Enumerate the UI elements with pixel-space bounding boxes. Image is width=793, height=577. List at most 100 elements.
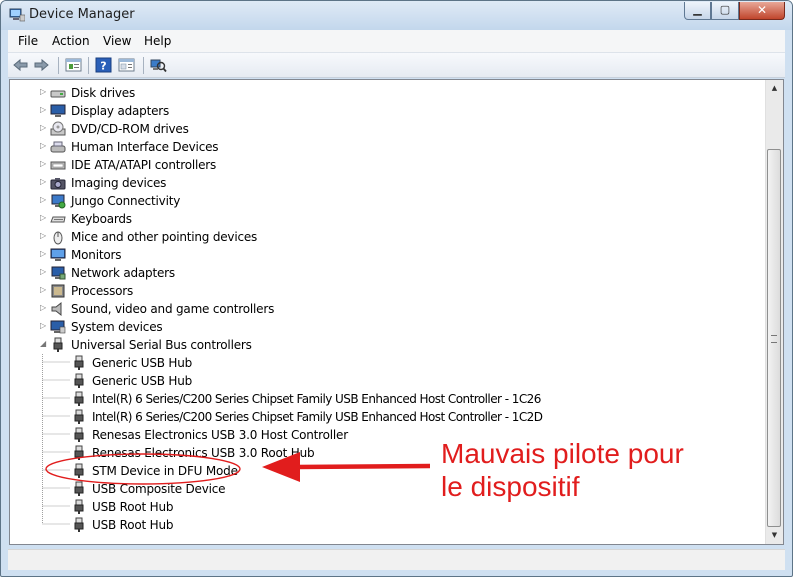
tree-category-imaging-devices[interactable]: ▷ Imaging devices xyxy=(40,174,340,192)
tree-category-label: Universal Serial Bus controllers xyxy=(71,338,252,352)
scrollbar-thumb[interactable] xyxy=(767,149,781,527)
tree-device-label: Renesas Electronics USB 3.0 Host Control… xyxy=(92,428,348,442)
help-icon[interactable]: ? xyxy=(95,57,112,73)
tree-category-ide-controllers[interactable]: ▷ IDE ATA/ATAPI controllers xyxy=(40,156,340,174)
tree-category-sound-video-game[interactable]: ▷ Sound, video and game controllers xyxy=(40,300,340,318)
svg-text:?: ? xyxy=(100,60,106,73)
title-bar[interactable]: Device Manager ▁ ▢ ✕ xyxy=(1,1,792,30)
expand-arrow-icon[interactable]: ▷ xyxy=(40,303,48,313)
expand-arrow-icon[interactable]: ▷ xyxy=(40,159,48,169)
expand-arrow-icon[interactable]: ▷ xyxy=(40,231,48,241)
close-button[interactable]: ✕ xyxy=(739,2,785,20)
tree-category-usb-controllers[interactable]: ◢ Universal Serial Bus controllers xyxy=(40,336,340,354)
tree-category-label: Display adapters xyxy=(71,104,170,118)
expand-arrow-icon[interactable]: ▷ xyxy=(40,87,48,97)
usb-icon xyxy=(74,391,84,406)
tree-category-keyboards[interactable]: ▷ Keyboards xyxy=(40,210,340,228)
tree-category-dvd-drives[interactable]: ▷ DVD/CD-ROM drives xyxy=(40,120,340,138)
system-devices-icon xyxy=(50,320,66,334)
usb-icon xyxy=(74,373,84,388)
scroll-up-arrow-icon[interactable]: ▲ xyxy=(766,80,783,97)
properties-icon[interactable] xyxy=(65,57,82,73)
expand-arrow-icon[interactable]: ▷ xyxy=(40,321,48,331)
tree-category-label: IDE ATA/ATAPI controllers xyxy=(71,158,217,172)
tree-device-generic-usb-hub[interactable]: Generic USB Hub xyxy=(71,372,551,390)
menu-bar: File Action View Help xyxy=(8,30,785,53)
tree-device-label: USB Root Hub xyxy=(92,500,174,514)
dvd-drive-icon xyxy=(50,121,66,136)
tree-category-disk-drives[interactable]: ▷ Disk drives xyxy=(40,84,340,102)
expand-arrow-icon[interactable]: ▷ xyxy=(40,267,48,277)
tree-device-intel-usb-controller-1c26[interactable]: Intel(R) 6 Series/C200 Series Chipset Fa… xyxy=(71,390,551,408)
expand-arrow-icon[interactable]: ▷ xyxy=(40,195,48,205)
toolbar: ? xyxy=(8,53,785,78)
tree-category-network-adapters[interactable]: ▷ Network adapters xyxy=(40,264,340,282)
usb-icon xyxy=(74,499,84,514)
collapse-arrow-icon[interactable]: ◢ xyxy=(40,339,48,349)
scroll-down-arrow-icon[interactable]: ▼ xyxy=(766,527,783,544)
maximize-button[interactable]: ▢ xyxy=(711,2,739,20)
forward-arrow-icon[interactable] xyxy=(33,57,50,73)
expand-arrow-icon[interactable]: ▷ xyxy=(40,249,48,259)
tree-category-label: Human Interface Devices xyxy=(71,140,219,154)
network-adapter-icon xyxy=(51,266,66,280)
tree-category-display-adapters[interactable]: ▷ Display adapters xyxy=(40,102,340,120)
tree-category-label: DVD/CD-ROM drives xyxy=(71,122,189,136)
tree-device-label: STM Device in DFU Mode xyxy=(92,464,238,478)
jungo-icon xyxy=(51,194,66,209)
tree-device-generic-usb-hub[interactable]: Generic USB Hub xyxy=(71,354,551,372)
tree-category-label: Imaging devices xyxy=(71,176,167,190)
menu-view[interactable]: View xyxy=(103,34,131,48)
tree-category-system-devices[interactable]: ▷ System devices xyxy=(40,318,340,336)
vertical-scrollbar[interactable]: ▲ ▼ xyxy=(765,80,783,544)
hid-icon xyxy=(50,141,66,153)
tree-category-jungo-connectivity[interactable]: ▷ Jungo Connectivity xyxy=(40,192,340,210)
tree-category-processors[interactable]: ▷ Processors xyxy=(40,282,340,300)
expand-arrow-icon[interactable]: ▷ xyxy=(40,213,48,223)
usb-icon xyxy=(74,355,84,370)
display-adapter-icon xyxy=(50,104,66,117)
tree-category-label: Network adapters xyxy=(71,266,175,280)
tree-device-label: USB Composite Device xyxy=(92,482,226,496)
menu-help[interactable]: Help xyxy=(144,34,171,48)
disk-drive-icon xyxy=(50,90,66,98)
expand-arrow-icon[interactable]: ▷ xyxy=(40,141,48,151)
tree-device-label: Renesas Electronics USB 3.0 Root Hub xyxy=(92,446,315,460)
usb-icon xyxy=(74,481,84,496)
usb-icon xyxy=(74,463,84,478)
monitor-icon xyxy=(50,248,66,261)
annotation-line-1: Mauvais pilote pour xyxy=(441,438,684,469)
tree-category-mice[interactable]: ▷ Mice and other pointing devices xyxy=(40,228,340,246)
scan-hardware-icon[interactable] xyxy=(150,57,167,73)
scrollbar-grip xyxy=(771,335,777,343)
speaker-icon xyxy=(51,301,62,317)
usb-icon xyxy=(74,517,84,532)
tree-device-intel-usb-controller-1c2d[interactable]: Intel(R) 6 Series/C200 Series Chipset Fa… xyxy=(71,408,551,426)
device-manager-app-icon xyxy=(9,8,25,22)
menu-action[interactable]: Action xyxy=(52,34,90,48)
annotation-line-2: le dispositif xyxy=(441,471,580,502)
menu-file[interactable]: File xyxy=(18,34,38,48)
tree-category-label: Mice and other pointing devices xyxy=(71,230,258,244)
tree-device-label: Generic USB Hub xyxy=(92,356,193,370)
window-title: Device Manager xyxy=(29,7,135,22)
show-hide-console-tree-icon[interactable] xyxy=(118,57,135,73)
tree-device-label: USB Root Hub xyxy=(92,518,174,532)
tree-category-human-interface-devices[interactable]: ▷ Human Interface Devices xyxy=(40,138,340,156)
tree-category-label: Keyboards xyxy=(71,212,132,226)
toolbar-separator xyxy=(58,57,59,74)
expand-arrow-icon[interactable]: ▷ xyxy=(40,285,48,295)
tree-category-monitors[interactable]: ▷ Monitors xyxy=(40,246,340,264)
expand-arrow-icon[interactable]: ▷ xyxy=(40,105,48,115)
tree-category-label: Monitors xyxy=(71,248,122,262)
usb-icon xyxy=(74,427,84,442)
ide-controller-icon xyxy=(50,161,66,170)
expand-arrow-icon[interactable]: ▷ xyxy=(40,177,48,187)
annotation-text: Mauvais pilote pour le dispositif xyxy=(441,437,684,503)
expand-arrow-icon[interactable]: ▷ xyxy=(40,123,48,133)
back-arrow-icon[interactable] xyxy=(12,57,29,73)
tree-category-label: Sound, video and game controllers xyxy=(71,302,275,316)
tree-device-usb-root-hub[interactable]: USB Root Hub xyxy=(71,516,551,534)
tree-category-label: Jungo Connectivity xyxy=(71,194,181,208)
minimize-button[interactable]: ▁ xyxy=(684,2,711,20)
